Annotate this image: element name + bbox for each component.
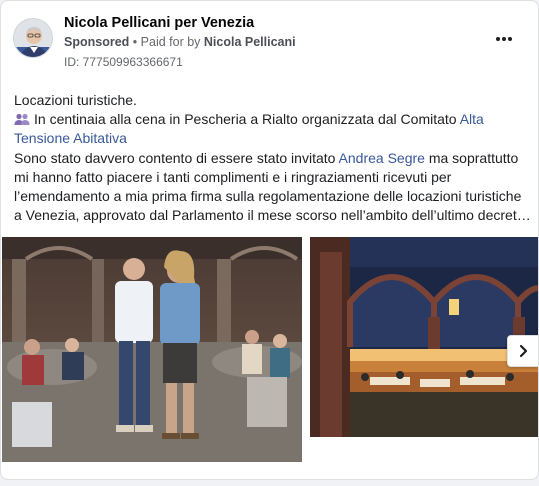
text-line-3: Tensione Abitativa bbox=[14, 129, 532, 148]
post-text: Locazioni turistiche. In centinaia alla … bbox=[14, 91, 532, 225]
text-line-4-prefix: Sono stato davvero contento di essere st… bbox=[14, 149, 339, 166]
meta-separator: • bbox=[132, 35, 138, 49]
paid-for-prefix: Paid for by bbox=[140, 35, 201, 49]
dinner-photo-people bbox=[2, 237, 302, 462]
text-line-5: mi hanno fatto piacere i tanti complimen… bbox=[14, 168, 452, 185]
andrea-segre-link[interactable]: Andrea Segre bbox=[339, 150, 425, 166]
carousel-image-1[interactable] bbox=[2, 237, 302, 462]
chevron-right-icon bbox=[519, 344, 528, 358]
page-name[interactable]: Nicola Pellicani per Venezia bbox=[64, 15, 254, 31]
text-line-2-prefix: In centinaia alla cena in Pescheria a Ri… bbox=[34, 111, 460, 128]
more-options-button[interactable] bbox=[490, 29, 518, 49]
sponsored-label: Sponsored bbox=[64, 35, 130, 49]
avatar-photo bbox=[14, 19, 52, 57]
ad-id: ID: 777509963366671 bbox=[64, 55, 183, 69]
text-line-4: Sono stato davvero contento di essere st… bbox=[14, 149, 532, 168]
text-line-7: a Venezia, approvato dal Parlamento il m… bbox=[14, 207, 531, 224]
carousel-image-2[interactable] bbox=[310, 237, 538, 437]
committee-link-part1[interactable]: Alta bbox=[460, 111, 484, 127]
ad-meta: Sponsored • Paid for by Nicola Pellicani bbox=[64, 35, 296, 49]
dinner-photo-hall bbox=[310, 237, 538, 437]
more-dot bbox=[502, 37, 506, 41]
text-line-1: Locazioni turistiche. bbox=[14, 92, 137, 108]
carousel-next-button[interactable] bbox=[507, 335, 538, 367]
paid-for-name: Nicola Pellicani bbox=[203, 35, 296, 49]
text-line-6: l’emendamento a mia prima firma sulla re… bbox=[14, 188, 522, 205]
text-line-4-suffix: ma soprattutto bbox=[424, 149, 519, 166]
page-avatar[interactable] bbox=[13, 18, 53, 58]
more-dot bbox=[508, 37, 512, 41]
committee-link-part2[interactable]: Tensione Abitativa bbox=[14, 130, 127, 146]
post-header: Nicola Pellicani per Venezia Sponsored •… bbox=[13, 13, 526, 73]
ad-card: Nicola Pellicani per Venezia Sponsored •… bbox=[0, 0, 539, 480]
text-line-2: In centinaia alla cena in Pescheria a Ri… bbox=[14, 110, 532, 129]
more-horizontal-icon bbox=[496, 37, 500, 41]
people-icon bbox=[14, 114, 30, 126]
